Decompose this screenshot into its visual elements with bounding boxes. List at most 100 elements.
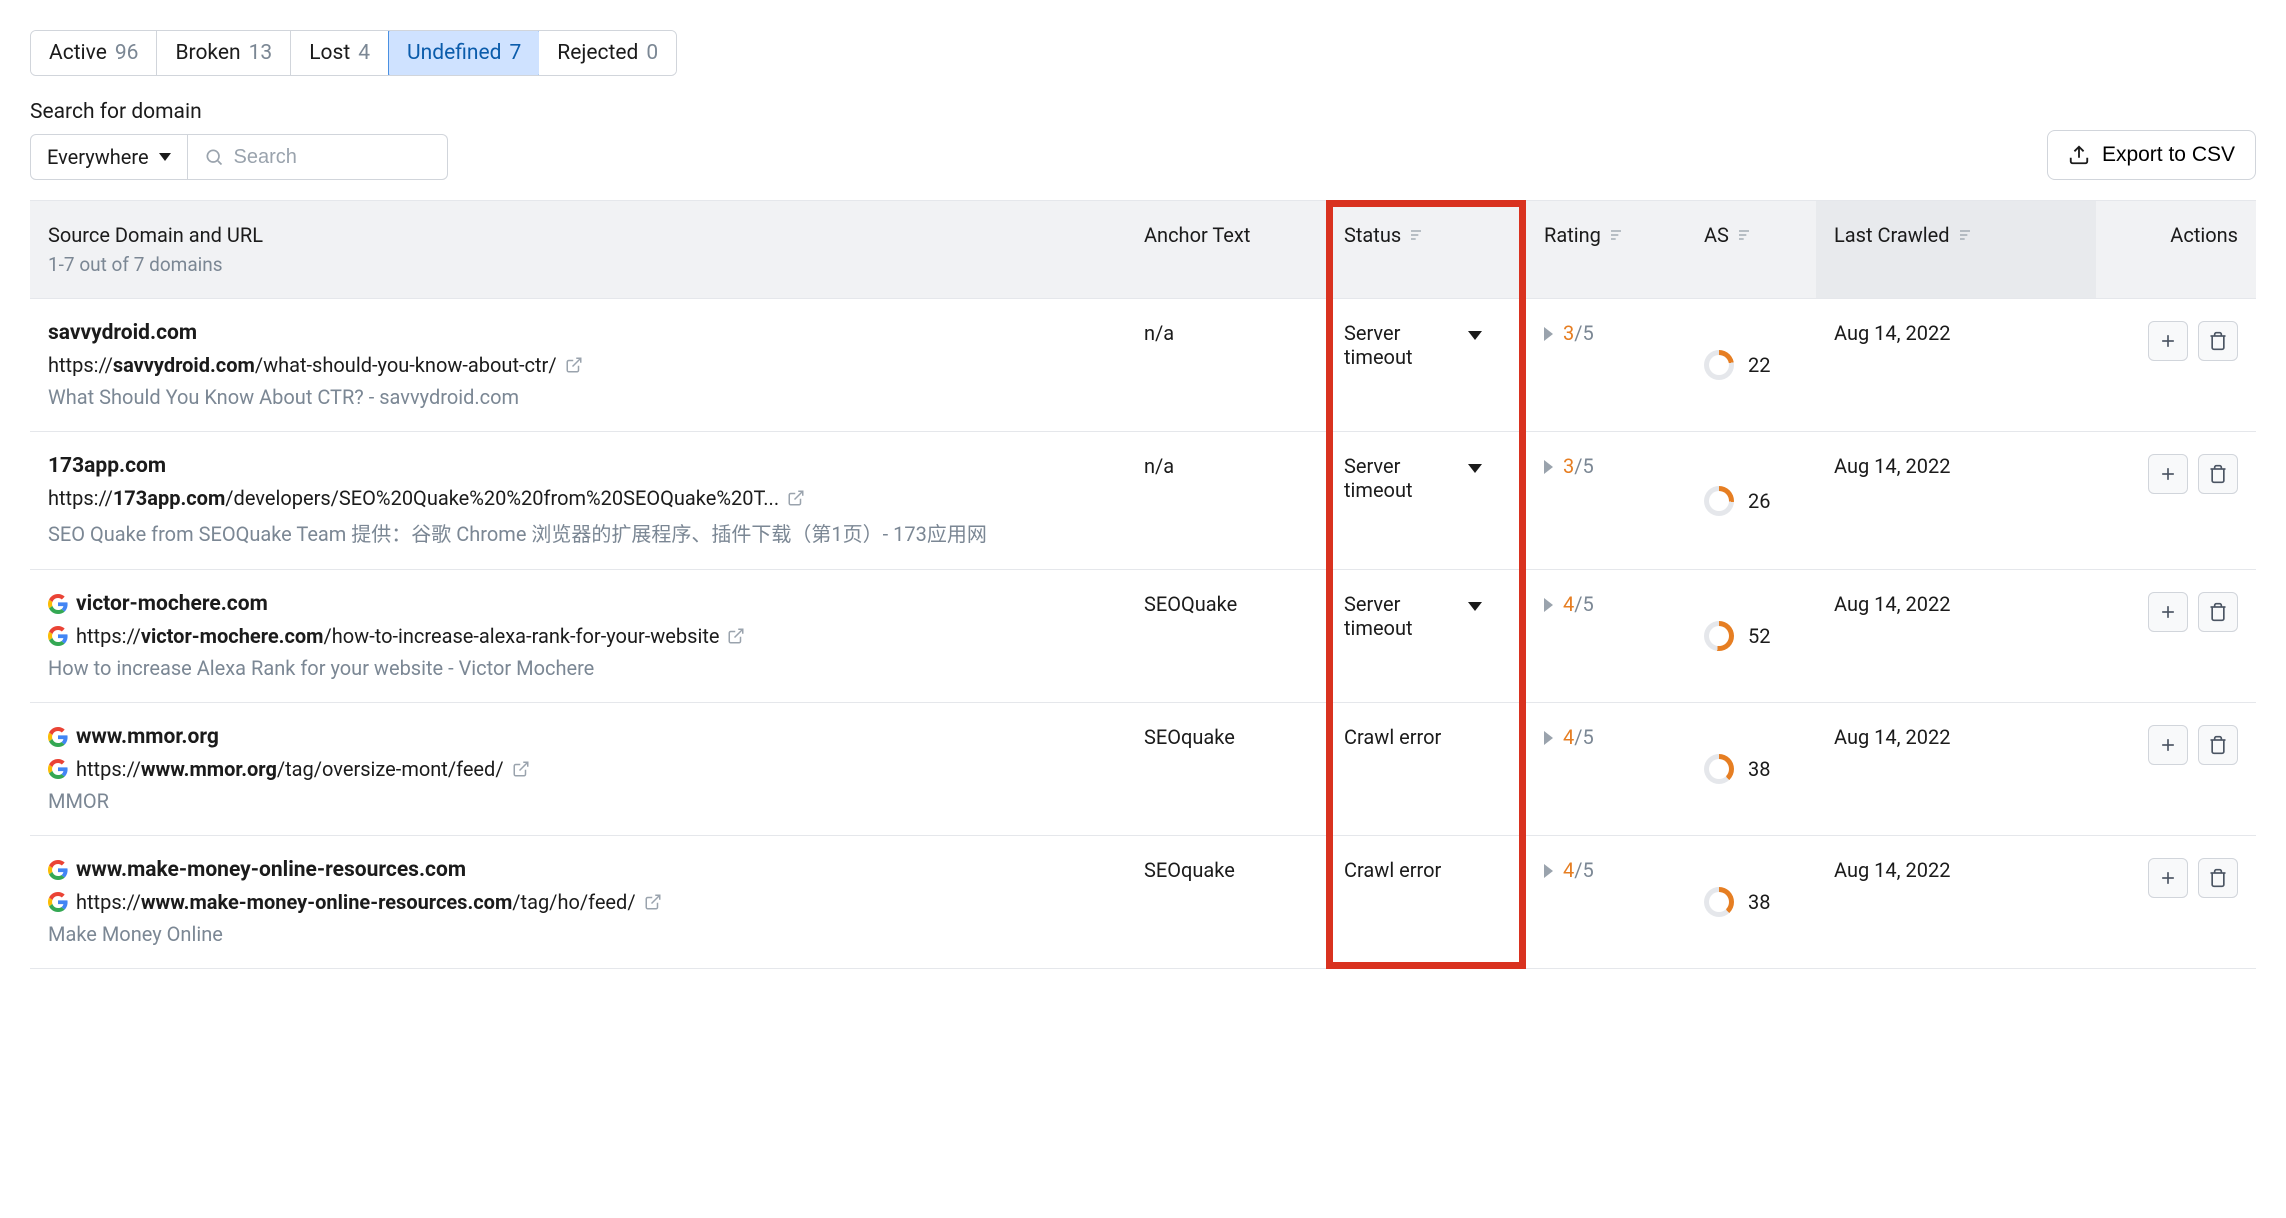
cell-source: victor-mochere.com https://victor-mochere… — [30, 570, 1126, 702]
status-text: Server timeout — [1344, 592, 1454, 640]
tab-undefined[interactable]: Undefined7 — [388, 30, 540, 76]
plus-icon — [2158, 331, 2178, 351]
cell-actions — [2096, 836, 2256, 968]
tab-rejected[interactable]: Rejected0 — [539, 31, 676, 75]
cell-rating[interactable]: 4/5 — [1526, 836, 1686, 968]
trash-icon — [2208, 735, 2228, 755]
cell-anchor: n/a — [1126, 299, 1326, 431]
external-link-icon — [787, 489, 805, 507]
external-link-icon — [644, 893, 662, 911]
export-csv-label: Export to CSV — [2102, 143, 2235, 167]
as-value: 52 — [1748, 624, 1770, 648]
add-button[interactable] — [2148, 321, 2188, 361]
source-url[interactable]: https://173app.com/developers/SEO%20Quak… — [48, 486, 1108, 510]
cell-actions — [2096, 570, 2256, 702]
plus-icon — [2158, 464, 2178, 484]
table-header: Source Domain and URL 1-7 out of 7 domai… — [30, 200, 2256, 299]
th-rating-label: Rating — [1544, 223, 1601, 247]
source-url[interactable]: https://savvydroid.com/what-should-you-k… — [48, 353, 1108, 377]
th-crawled-label: Last Crawled — [1834, 223, 1950, 247]
delete-button[interactable] — [2198, 454, 2238, 494]
tab-active[interactable]: Active96 — [31, 31, 157, 75]
tab-broken[interactable]: Broken13 — [157, 31, 291, 75]
source-title: Make Money Online — [48, 922, 1108, 946]
delete-button[interactable] — [2198, 321, 2238, 361]
export-csv-button[interactable]: Export to CSV — [2047, 130, 2256, 180]
cell-rating[interactable]: 4/5 — [1526, 570, 1686, 702]
th-rating[interactable]: Rating — [1526, 201, 1686, 298]
cell-rating[interactable]: 3/5 — [1526, 432, 1686, 569]
tabs: Active96Broken13Lost4Undefined7Rejected0 — [30, 30, 677, 76]
table-row: www.make-money-online-resources.com https… — [30, 836, 2256, 969]
th-status[interactable]: Status — [1326, 201, 1526, 298]
cell-crawled: Aug 14, 2022 — [1816, 570, 2096, 702]
sort-icon — [1737, 227, 1753, 243]
source-domain[interactable]: www.mmor.org — [48, 725, 1108, 749]
sort-icon — [1958, 227, 1974, 243]
external-link-icon — [565, 356, 583, 374]
cell-status[interactable]: Server timeout — [1326, 432, 1526, 569]
source-domain[interactable]: www.make-money-online-resources.com — [48, 858, 1108, 882]
source-url[interactable]: https://www.mmor.org/tag/oversize-mont/f… — [48, 757, 1108, 781]
sort-icon — [1409, 227, 1425, 243]
search-icon — [204, 147, 224, 167]
source-title: How to increase Alexa Rank for your webs… — [48, 656, 1108, 680]
cell-status[interactable]: Server timeout — [1326, 570, 1526, 702]
google-icon — [48, 727, 68, 747]
toolbar: Search for domain Everywhere Export to C… — [30, 100, 2256, 180]
trash-icon — [2208, 331, 2228, 351]
cell-actions — [2096, 299, 2256, 431]
cell-crawled: Aug 14, 2022 — [1816, 703, 2096, 835]
google-icon — [48, 626, 68, 646]
search-group: Search for domain Everywhere — [30, 100, 448, 180]
cell-anchor: SEOquake — [1126, 703, 1326, 835]
status-text: Crawl error — [1344, 858, 1441, 882]
search-scope-select[interactable]: Everywhere — [30, 134, 188, 180]
source-url[interactable]: https://www.make-money-online-resources.… — [48, 890, 1108, 914]
cell-anchor: SEOQuake — [1126, 570, 1326, 702]
google-icon — [48, 860, 68, 880]
tab-count: 13 — [249, 41, 273, 65]
cell-crawled: Aug 14, 2022 — [1816, 299, 2096, 431]
source-domain[interactable]: victor-mochere.com — [48, 592, 1108, 616]
tab-label: Active — [49, 41, 107, 65]
add-button[interactable] — [2148, 454, 2188, 494]
source-title: SEO Quake from SEOQuake Team 提供：谷歌 Chrom… — [48, 518, 1108, 547]
th-anchor-label: Anchor Text — [1144, 223, 1250, 247]
source-domain[interactable]: 173app.com — [48, 454, 1108, 478]
add-button[interactable] — [2148, 725, 2188, 765]
add-button[interactable] — [2148, 858, 2188, 898]
delete-button[interactable] — [2198, 725, 2238, 765]
as-donut-icon — [1704, 754, 1734, 784]
source-url[interactable]: https://victor-mochere.com/how-to-increa… — [48, 624, 1108, 648]
delete-button[interactable] — [2198, 858, 2238, 898]
table-row: victor-mochere.com https://victor-mochere… — [30, 570, 2256, 703]
as-value: 38 — [1748, 757, 1770, 781]
sort-icon — [1609, 227, 1625, 243]
tab-lost[interactable]: Lost4 — [291, 31, 389, 75]
cell-status[interactable]: Server timeout — [1326, 299, 1526, 431]
th-anchor: Anchor Text — [1126, 201, 1326, 298]
table-body: savvydroid.com https://savvydroid.com/wha… — [30, 299, 2256, 969]
tab-label: Undefined — [407, 41, 501, 65]
delete-button[interactable] — [2198, 592, 2238, 632]
th-source-sub: 1-7 out of 7 domains — [48, 253, 263, 276]
source-domain[interactable]: savvydroid.com — [48, 321, 1108, 345]
chevron-right-icon — [1544, 460, 1553, 474]
as-value: 22 — [1748, 353, 1770, 377]
tab-count: 4 — [358, 41, 370, 65]
cell-rating[interactable]: 3/5 — [1526, 299, 1686, 431]
th-as[interactable]: AS — [1686, 201, 1816, 298]
rating-value: 4/5 — [1563, 592, 1594, 616]
plus-icon — [2158, 868, 2178, 888]
cell-crawled: Aug 14, 2022 — [1816, 836, 2096, 968]
cell-actions — [2096, 432, 2256, 569]
chevron-down-icon — [159, 153, 171, 161]
cell-rating[interactable]: 4/5 — [1526, 703, 1686, 835]
add-button[interactable] — [2148, 592, 2188, 632]
rating-value: 3/5 — [1563, 321, 1594, 345]
search-input[interactable] — [234, 146, 431, 169]
th-crawled[interactable]: Last Crawled — [1816, 201, 2096, 298]
plus-icon — [2158, 735, 2178, 755]
chevron-right-icon — [1544, 731, 1553, 745]
